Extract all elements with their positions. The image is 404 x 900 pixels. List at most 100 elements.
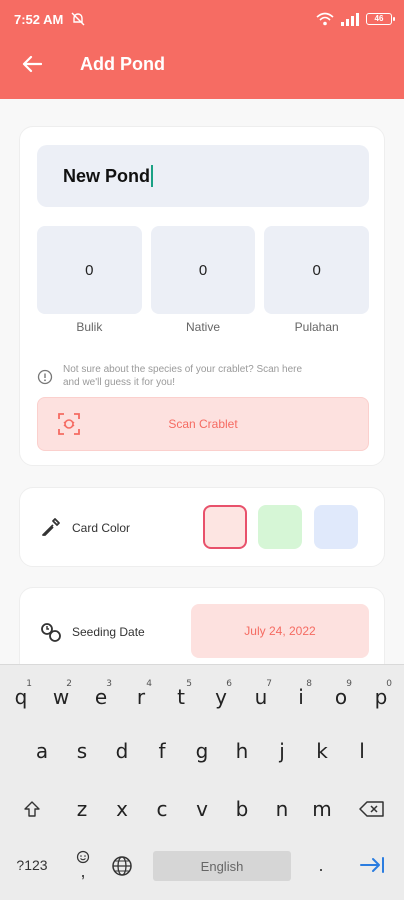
wifi-icon <box>316 12 334 26</box>
tab-next-icon <box>360 857 384 873</box>
count-field[interactable]: 0 <box>150 226 256 314</box>
key-e[interactable]: e3 <box>85 675 117 719</box>
key-number: 4 <box>146 679 152 689</box>
card-color-label: Card Color <box>72 521 131 535</box>
info-icon <box>37 369 53 385</box>
scan-hint-line1: Not sure about the species of your crabl… <box>63 364 303 375</box>
key-number: 6 <box>226 679 232 689</box>
app-bar: Add Pond <box>0 46 404 82</box>
species-count-bulik: 0 Bulik <box>37 226 142 334</box>
seeding-date-label: Seeding Date <box>72 625 145 639</box>
count-label: Pulahan <box>294 320 339 334</box>
key-x[interactable]: x <box>106 787 138 831</box>
key-number: 3 <box>106 679 112 689</box>
page-title: Add Pond <box>80 53 165 74</box>
key-j[interactable]: j <box>266 729 298 773</box>
key-z[interactable]: z <box>66 787 98 831</box>
key-a[interactable]: a <box>26 729 58 773</box>
key-char: r <box>136 685 146 709</box>
card-color-card: Card Color <box>19 487 385 567</box>
species-counts: 0 Bulik 0 Native 0 Pulahan <box>37 226 370 334</box>
count-field[interactable]: 0 <box>37 226 142 314</box>
key-h[interactable]: h <box>226 729 258 773</box>
key-number: 2 <box>66 679 72 689</box>
shift-arrow-icon <box>24 801 40 817</box>
key-number: 1 <box>26 679 32 689</box>
key-f[interactable]: f <box>146 729 178 773</box>
scan-hint: Not sure about the species of your crabl… <box>37 363 369 389</box>
emoji-comma-key[interactable]: , <box>68 845 98 883</box>
count-label: Bulik <box>76 320 103 334</box>
count-label: Native <box>186 320 221 334</box>
key-l[interactable]: l <box>346 729 378 773</box>
key-o[interactable]: o9 <box>325 675 357 719</box>
color-swatch-blue[interactable] <box>314 505 358 549</box>
scan-hint-line2: and we'll guess it for you! <box>63 377 175 388</box>
form-content: New Pond 0 Bulik 0 Native 0 Pulahan Not … <box>0 99 404 664</box>
space-bar[interactable]: English <box>153 851 291 881</box>
pond-name-input[interactable]: New Pond <box>37 145 369 207</box>
key-p[interactable]: p0 <box>365 675 397 719</box>
species-count-pulahan: 0 Pulahan <box>264 226 370 334</box>
key-k[interactable]: k <box>306 729 338 773</box>
key-y[interactable]: y6 <box>205 675 237 719</box>
seeding-date-picker[interactable]: July 24, 2022 <box>191 604 369 658</box>
arrow-left-icon <box>22 55 42 73</box>
key-m[interactable]: m <box>306 787 338 831</box>
key-char: y <box>215 685 227 709</box>
backspace-icon <box>359 801 384 817</box>
keyboard-row-2: a s d f g h j k l <box>0 729 404 773</box>
key-number: 5 <box>186 679 192 689</box>
key-u[interactable]: u7 <box>245 675 277 719</box>
keyboard-row-3: z x c v b n m <box>0 787 404 831</box>
key-s[interactable]: s <box>66 729 98 773</box>
comma-char: , <box>80 861 86 881</box>
key-number: 7 <box>266 679 272 689</box>
key-r[interactable]: r4 <box>125 675 157 719</box>
eyedropper-icon <box>42 518 60 536</box>
key-c[interactable]: c <box>146 787 178 831</box>
key-number: 9 <box>346 679 352 689</box>
status-bar: 7:52 AM 46 <box>10 8 395 30</box>
key-char: i <box>298 685 304 709</box>
battery-icon: 46 <box>366 13 395 25</box>
keyboard-row-1: q1 w2 e3 r4 t5 y6 u7 i8 o9 p0 <box>0 675 404 719</box>
language-key[interactable] <box>108 851 136 881</box>
scan-crablet-label: Scan Crablet <box>168 417 238 431</box>
period-key[interactable]: . <box>306 847 336 883</box>
scan-icon <box>58 413 80 435</box>
key-number: 8 <box>306 679 312 689</box>
pond-details-card: New Pond 0 Bulik 0 Native 0 Pulahan Not … <box>19 126 385 466</box>
key-number: 0 <box>386 679 392 689</box>
key-q[interactable]: q1 <box>5 675 37 719</box>
key-v[interactable]: v <box>186 787 218 831</box>
color-swatch-green[interactable] <box>258 505 302 549</box>
header: 7:52 AM 46 Add Pond <box>0 0 404 99</box>
scan-crablet-button[interactable]: Scan Crablet <box>37 397 369 451</box>
status-time: 7:52 AM <box>14 11 64 27</box>
pond-name-value: New Pond <box>63 165 151 186</box>
key-g[interactable]: g <box>186 729 218 773</box>
key-n[interactable]: n <box>266 787 298 831</box>
symbols-key[interactable]: ?123 <box>10 847 54 883</box>
text-cursor <box>151 165 154 187</box>
soft-keyboard: q1 w2 e3 r4 t5 y6 u7 i8 o9 p0 a s d f g … <box>0 664 404 900</box>
bell-off-icon <box>71 12 85 26</box>
key-b[interactable]: b <box>226 787 258 831</box>
back-button[interactable] <box>18 50 46 78</box>
color-swatch-pink[interactable] <box>203 505 247 549</box>
enter-key[interactable] <box>354 849 390 881</box>
count-field[interactable]: 0 <box>264 226 370 314</box>
shift-key[interactable] <box>16 787 48 831</box>
seeding-date-card: Seeding Date July 24, 2022 <box>19 587 385 664</box>
key-t[interactable]: t5 <box>165 675 197 719</box>
calendar-link-icon <box>41 623 61 642</box>
key-i[interactable]: i8 <box>285 675 317 719</box>
globe-icon <box>112 856 132 876</box>
key-char: t <box>177 685 185 709</box>
key-d[interactable]: d <box>106 729 138 773</box>
signal-icon <box>341 13 359 26</box>
species-count-native: 0 Native <box>150 226 256 334</box>
key-w[interactable]: w2 <box>45 675 77 719</box>
backspace-key[interactable] <box>352 787 392 831</box>
